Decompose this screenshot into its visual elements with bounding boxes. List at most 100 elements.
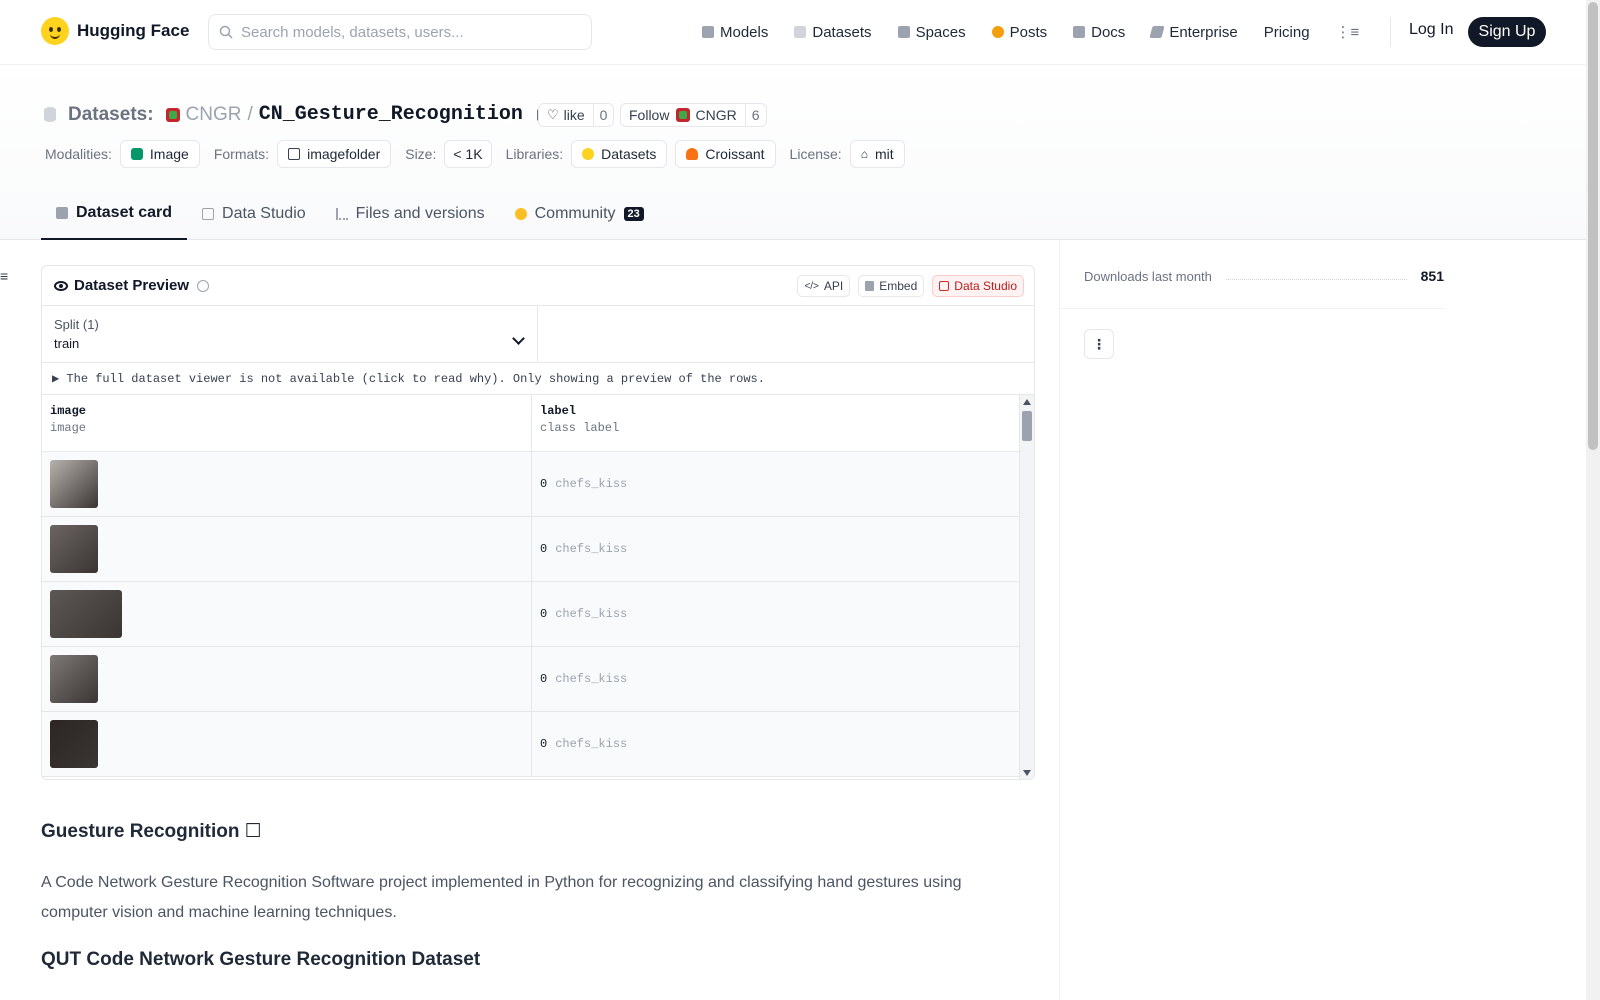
top-navbar: Hugging Face Models Datasets Spaces Post…: [0, 0, 1586, 65]
search-input[interactable]: [241, 23, 561, 41]
image-cell[interactable]: [42, 517, 532, 581]
license-tag[interactable]: ⌂ mit: [849, 140, 905, 168]
info-icon[interactable]: [197, 279, 210, 292]
table-row[interactable]: 0 chefs_kiss: [42, 647, 1034, 712]
license-label: License:: [789, 146, 842, 162]
label-name: chefs_kiss: [555, 477, 628, 491]
split-select[interactable]: Split (1) train: [42, 306, 538, 362]
community-count-badge: 23: [623, 206, 644, 221]
label-name: chefs_kiss: [555, 672, 628, 686]
label-id: 0: [540, 672, 548, 686]
repo-name[interactable]: CN_Gesture_Recognition: [259, 103, 523, 126]
image-cell[interactable]: [42, 712, 532, 776]
tab-community[interactable]: Community 23: [500, 187, 659, 240]
table-icon: [939, 281, 950, 291]
toc-toggle-icon[interactable]: ≡: [0, 268, 10, 284]
library-tag-datasets[interactable]: Datasets: [571, 140, 668, 168]
nav-posts[interactable]: Posts: [991, 20, 1047, 44]
models-icon: [702, 26, 714, 38]
downloads-sparkline: [1225, 272, 1407, 280]
tab-files[interactable]: Files and versions: [321, 187, 500, 240]
croissant-icon: [686, 148, 699, 160]
table-row[interactable]: 0 chefs_kiss: [42, 582, 1034, 647]
more-options-icon[interactable]: ⋮: [1084, 329, 1114, 359]
breadcrumb-slash: /: [247, 103, 253, 125]
scrollbar-thumb[interactable]: [1022, 411, 1032, 441]
library-datasets: Datasets: [601, 146, 657, 162]
tab-data-studio-label: Data Studio: [222, 204, 306, 222]
tab-dataset-card[interactable]: Dataset card: [41, 187, 188, 240]
tab-data-studio[interactable]: Data Studio: [187, 187, 321, 240]
viewer-notice[interactable]: ▶ The full dataset viewer is not availab…: [42, 363, 1034, 395]
split-label: Split (1): [54, 317, 99, 332]
image-thumbnail[interactable]: [50, 590, 122, 638]
nav-enterprise-label: Enterprise: [1169, 23, 1238, 41]
files-icon: [335, 207, 348, 220]
label-cell[interactable]: 0 chefs_kiss: [532, 517, 1019, 581]
size-tag[interactable]: < 1K: [444, 140, 492, 168]
api-button[interactable]: </> API: [797, 275, 851, 297]
image-cell[interactable]: [42, 647, 532, 711]
image-thumbnail[interactable]: [50, 460, 98, 508]
nav-models[interactable]: Models: [702, 20, 768, 44]
breadcrumb-section[interactable]: Datasets:: [68, 104, 154, 126]
nav-datasets-label: Datasets: [812, 23, 872, 41]
like-button[interactable]: ♡ like 0: [538, 103, 615, 127]
image-icon: [130, 148, 143, 160]
image-cell[interactable]: [42, 452, 532, 516]
format-tag[interactable]: imagefolder: [277, 140, 392, 168]
search-box[interactable]: [208, 14, 592, 50]
label-cell[interactable]: 0 chefs_kiss: [532, 647, 1019, 711]
page-scrollbar-thumb[interactable]: [1588, 2, 1598, 450]
format-value: imagefolder: [307, 146, 381, 162]
label-name: chefs_kiss: [555, 607, 628, 621]
table-row[interactable]: 0 chefs_kiss: [42, 517, 1034, 582]
login-link[interactable]: Log In: [1409, 21, 1453, 39]
embed-button[interactable]: Embed: [858, 275, 925, 297]
scroll-up-icon[interactable]: [1023, 399, 1031, 405]
nav-enterprise[interactable]: Enterprise: [1149, 20, 1238, 44]
breadcrumb-org[interactable]: CNGR: [186, 104, 242, 126]
card-paragraph-1: A Code Network Gesture Recognition Softw…: [41, 874, 962, 921]
preview-title: Dataset Preview: [74, 277, 190, 294]
image-cell[interactable]: [42, 582, 532, 646]
hugging-face-logo-icon: [41, 17, 69, 45]
modality-tag-image[interactable]: Image: [119, 140, 200, 168]
follow-button[interactable]: Follow CNGR 6: [620, 103, 767, 127]
table-scrollbar[interactable]: [1019, 395, 1034, 779]
column-name: image: [50, 404, 87, 418]
nav-pricing[interactable]: Pricing: [1264, 20, 1310, 44]
brand-link[interactable]: Hugging Face: [41, 17, 189, 45]
image-thumbnail[interactable]: [50, 720, 98, 768]
table-row[interactable]: 0 chefs_kiss: [42, 712, 1034, 777]
label-name: chefs_kiss: [555, 542, 628, 556]
datasets-icon: [794, 26, 807, 38]
label-cell[interactable]: 0 chefs_kiss: [532, 582, 1019, 646]
column-header-image[interactable]: image image: [42, 395, 532, 451]
library-tag-croissant[interactable]: Croissant: [675, 140, 776, 168]
split-selector-row: Split (1) train: [42, 306, 1034, 363]
column-type: class label: [540, 421, 620, 435]
license-icon: ⌂: [860, 147, 868, 161]
license-value: mit: [874, 146, 894, 162]
follow-count: 6: [744, 104, 766, 126]
enterprise-icon: [1149, 26, 1165, 38]
page-scrollbar[interactable]: [1586, 0, 1600, 1000]
signup-button[interactable]: Sign Up: [1468, 17, 1546, 47]
data-studio-button[interactable]: Data Studio: [932, 275, 1024, 297]
more-menu-icon[interactable]: ⋮≡: [1336, 23, 1360, 41]
data-studio-label: Data Studio: [954, 279, 1017, 293]
nav-divider: [1390, 17, 1391, 47]
label-cell[interactable]: 0 chefs_kiss: [532, 452, 1019, 516]
nav-models-label: Models: [720, 23, 769, 41]
scroll-down-icon[interactable]: [1023, 770, 1031, 776]
table-row[interactable]: 0 chefs_kiss: [42, 452, 1034, 517]
image-thumbnail[interactable]: [50, 655, 98, 703]
repo-tabs: Dataset card Data Studio Files and versi…: [41, 187, 659, 240]
nav-spaces[interactable]: Spaces: [897, 20, 966, 44]
image-thumbnail[interactable]: [50, 525, 98, 573]
label-cell[interactable]: 0 chefs_kiss: [532, 712, 1019, 776]
column-header-label[interactable]: label class label: [532, 395, 1019, 451]
nav-datasets[interactable]: Datasets: [794, 20, 872, 44]
nav-docs[interactable]: Docs: [1073, 20, 1125, 44]
